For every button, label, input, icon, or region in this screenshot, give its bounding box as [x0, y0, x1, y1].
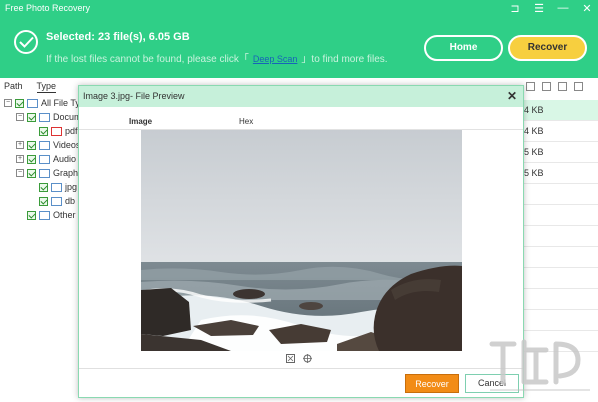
- selected-summary: Selected: 23 file(s), 6.05 GB: [46, 31, 190, 43]
- tree-item-label: Videos: [53, 140, 81, 150]
- collapse-toggle[interactable]: −: [4, 99, 12, 107]
- checkbox[interactable]: [27, 210, 36, 220]
- close-icon[interactable]: ✕: [507, 89, 517, 103]
- pdf-icon: [51, 126, 62, 136]
- list-item[interactable]: [522, 268, 598, 289]
- collapse-toggle[interactable]: −: [16, 169, 24, 177]
- hint-suffix: 」to find more files.: [301, 54, 388, 65]
- monitor-icon: [27, 98, 38, 108]
- list-item[interactable]: 5 KB: [522, 163, 598, 184]
- fit-screen-icon[interactable]: [286, 354, 295, 363]
- site-watermark-logo: [486, 330, 594, 400]
- dialog-titlebar: Image 3.jpg- File Preview ✕: [79, 86, 523, 107]
- hint-text: If the lost files cannot be found, pleas…: [46, 50, 388, 65]
- home-button[interactable]: Home: [424, 35, 503, 61]
- feedback-icon[interactable]: ⊐: [508, 2, 522, 15]
- zoom-toolbar: [286, 354, 312, 363]
- tree-item-pdf[interactable]: pdf: [4, 124, 85, 138]
- filter-icon[interactable]: [542, 82, 551, 91]
- tree-item-all-file-types[interactable]: − All File Typ: [4, 96, 85, 110]
- tree-item-other[interactable]: Other: [4, 208, 85, 222]
- checkbox[interactable]: [39, 126, 48, 136]
- list-item[interactable]: [522, 226, 598, 247]
- folder-icon: [39, 210, 50, 220]
- checkbox[interactable]: [27, 140, 36, 150]
- deep-scan-link[interactable]: Deep Scan: [253, 54, 298, 64]
- tree-item-label: db: [65, 196, 76, 206]
- tab-hex[interactable]: Hex: [239, 117, 253, 126]
- app-title: Free Photo Recovery: [5, 3, 91, 13]
- document-icon: [39, 112, 50, 122]
- list-item[interactable]: [522, 205, 598, 226]
- checkbox[interactable]: [15, 98, 24, 108]
- search-icon[interactable]: [526, 82, 535, 91]
- list-item[interactable]: 5 KB: [522, 142, 598, 163]
- tree-item-label: pdf: [65, 126, 78, 136]
- list-item[interactable]: 4 KB: [522, 100, 598, 121]
- close-icon[interactable]: ✕: [580, 2, 594, 15]
- expand-toggle[interactable]: +: [16, 141, 24, 149]
- dialog-divider: [79, 368, 523, 369]
- tree-item-label: Audio: [53, 154, 77, 164]
- preview-tabs: Image Hex: [79, 114, 523, 130]
- file-preview-dialog: Image 3.jpg- File Preview ✕ Image Hex Re…: [78, 85, 524, 398]
- menu-icon[interactable]: ☰: [532, 2, 546, 15]
- list-item[interactable]: 4 KB: [522, 121, 598, 142]
- list-item[interactable]: [522, 289, 598, 310]
- grid-view-icon[interactable]: [574, 82, 583, 91]
- tab-path[interactable]: Path: [4, 80, 23, 93]
- image-icon: [39, 168, 50, 178]
- audio-icon: [39, 154, 50, 164]
- list-item[interactable]: [522, 310, 598, 331]
- file-type-tree: − All File Typ − Docum pdf + Videos + Audio …: [4, 96, 85, 222]
- actual-size-icon[interactable]: [303, 354, 312, 363]
- checkmark-icon: [14, 30, 38, 54]
- tree-item-jpg[interactable]: jpg: [4, 180, 85, 194]
- tree-item-graphics[interactable]: − Graphi: [4, 166, 85, 180]
- file-icon: [51, 196, 62, 206]
- checkbox[interactable]: [27, 154, 36, 164]
- list-view-icon[interactable]: [558, 82, 567, 91]
- minimize-icon[interactable]: —: [556, 2, 570, 15]
- expand-toggle[interactable]: +: [16, 155, 24, 163]
- tree-item-db[interactable]: db: [4, 194, 85, 208]
- image-icon: [51, 182, 62, 192]
- window-controls: ⊐ ☰ — ✕: [508, 2, 594, 15]
- tab-image[interactable]: Image: [129, 117, 152, 126]
- list-item[interactable]: [522, 247, 598, 268]
- hint-prefix: If the lost files cannot be found, pleas…: [46, 54, 249, 65]
- recover-button[interactable]: Recover: [508, 35, 587, 61]
- dialog-title: Image 3.jpg- File Preview: [83, 91, 185, 101]
- collapse-toggle[interactable]: −: [16, 113, 24, 121]
- preview-image: [141, 130, 462, 351]
- tree-item-label: Other: [53, 210, 76, 220]
- list-item[interactable]: [522, 184, 598, 205]
- checkbox[interactable]: [27, 112, 36, 122]
- tree-item-label: Graphi: [53, 168, 81, 178]
- tree-item-documents[interactable]: − Docum: [4, 110, 85, 124]
- tree-item-videos[interactable]: + Videos: [4, 138, 85, 152]
- checkbox[interactable]: [39, 182, 48, 192]
- checkbox[interactable]: [39, 196, 48, 206]
- dialog-recover-button[interactable]: Recover: [405, 374, 459, 393]
- header-bar: Free Photo Recovery ⊐ ☰ — ✕ Selected: 23…: [0, 0, 598, 78]
- left-tabs: Path Type: [4, 80, 57, 93]
- view-toolbar: [522, 80, 598, 94]
- tree-item-audio[interactable]: + Audio: [4, 152, 85, 166]
- tab-type[interactable]: Type: [36, 80, 57, 93]
- checkbox[interactable]: [27, 168, 36, 178]
- video-icon: [39, 140, 50, 150]
- tree-item-label: jpg: [65, 182, 78, 192]
